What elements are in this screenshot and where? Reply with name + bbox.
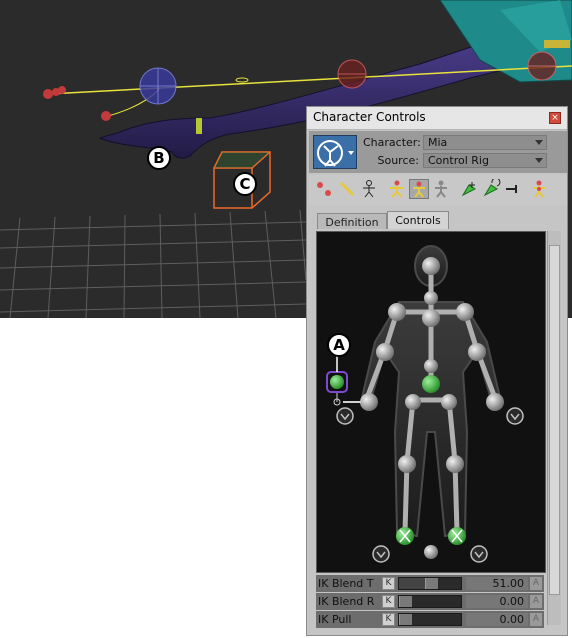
character-label: Character: xyxy=(363,136,421,149)
character-select[interactable]: Mia xyxy=(423,135,547,150)
character-header: Character: Mia Source: Control Rig xyxy=(309,131,567,173)
property-row: IK Blend T K 51.00 A xyxy=(316,575,544,592)
panel-title: Character Controls xyxy=(313,110,426,124)
animate-button[interactable]: A xyxy=(530,595,542,608)
source-value: Control Rig xyxy=(428,154,489,167)
full-body-ik-icon[interactable] xyxy=(387,179,407,199)
property-value-field[interactable]: 0.00 xyxy=(466,595,528,608)
key-button[interactable]: K xyxy=(382,577,395,590)
scrollbar-thumb[interactable] xyxy=(549,245,560,595)
effector-wrist xyxy=(139,67,177,105)
floor-grid xyxy=(0,209,307,318)
stance-pose-icon[interactable] xyxy=(431,179,451,199)
panel-titlebar[interactable]: Character Controls × xyxy=(307,107,567,130)
character-control-stage[interactable]: A xyxy=(316,231,546,573)
animate-button[interactable]: A xyxy=(530,577,542,590)
skeleton-bones xyxy=(364,265,498,535)
wrist-band xyxy=(196,118,202,134)
callout-c: C xyxy=(233,172,257,196)
character-figure-icon xyxy=(317,140,354,167)
body-diagram xyxy=(326,245,524,563)
tab-definition[interactable]: Definition xyxy=(317,213,387,229)
property-slider[interactable] xyxy=(398,577,462,590)
controls-toolbar xyxy=(309,175,567,205)
callout-a: A xyxy=(327,333,351,357)
pin-translation-icon[interactable] xyxy=(459,179,479,199)
property-label: IK Pull xyxy=(318,613,352,626)
source-label: Source: xyxy=(377,154,420,167)
key-button[interactable]: K xyxy=(382,595,395,608)
effector-elbow xyxy=(337,59,367,89)
key-button[interactable]: K xyxy=(382,613,395,626)
panel-tabs: Definition Controls xyxy=(309,211,567,229)
ik-properties: IK Blend T K 51.00 A IK Blend R K 0.00 A IK Pull… xyxy=(316,575,544,631)
property-value-field[interactable]: 51.00 xyxy=(466,577,528,590)
chevron-down-icon xyxy=(535,158,543,163)
property-row: IK Blend R K 0.00 A xyxy=(316,593,544,610)
tab-controls[interactable]: Controls xyxy=(387,211,449,229)
release-pin-icon[interactable] xyxy=(503,179,523,199)
character-controls-panel: Character Controls × Character: Mia Sour… xyxy=(306,106,568,636)
ik-line xyxy=(47,65,572,95)
property-value-field[interactable]: 0.00 xyxy=(466,613,528,626)
pin-rotation-icon[interactable] xyxy=(481,177,501,199)
property-slider[interactable] xyxy=(398,595,462,608)
source-select[interactable]: Control Rig xyxy=(423,153,547,168)
callout-b: B xyxy=(147,146,171,170)
close-icon[interactable]: × xyxy=(549,112,561,124)
property-row: IK Pull K 0.00 A xyxy=(316,611,544,628)
effector-selection-icon[interactable] xyxy=(315,179,335,199)
property-slider[interactable] xyxy=(398,613,462,626)
effector-shoulder xyxy=(527,51,557,81)
show-effectors-icon[interactable] xyxy=(529,179,549,199)
panel-scrollbar[interactable] xyxy=(547,231,561,625)
property-label: IK Blend R xyxy=(318,595,375,608)
skeleton-icon[interactable] xyxy=(359,179,379,199)
property-label: IK Blend T xyxy=(318,577,374,590)
character-menu-button[interactable] xyxy=(313,135,357,169)
bone-selection-icon[interactable] xyxy=(337,179,357,199)
animate-button[interactable]: A xyxy=(530,613,542,626)
body-part-ik-icon[interactable] xyxy=(409,179,429,199)
chevron-down-icon xyxy=(535,140,543,145)
character-value: Mia xyxy=(428,136,448,149)
